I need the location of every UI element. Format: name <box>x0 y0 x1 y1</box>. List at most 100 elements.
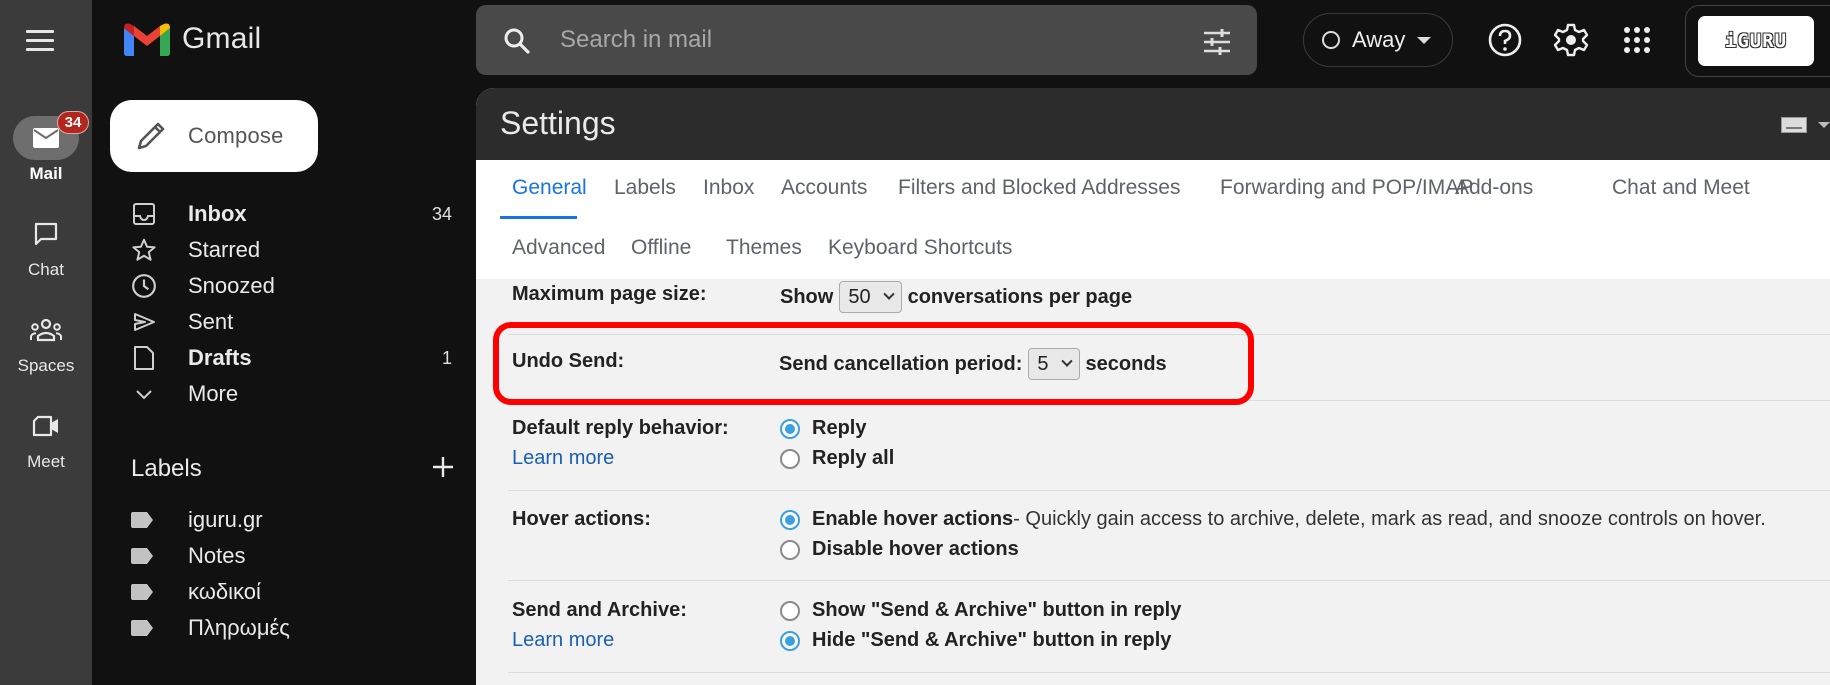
radio-unselected[interactable] <box>780 600 800 621</box>
rail-item-mail[interactable]: 34 Mail <box>0 111 92 184</box>
gear-icon[interactable] <box>1553 22 1589 58</box>
tab-addons[interactable]: Add-ons <box>1455 176 1533 200</box>
send-archive-learn-more-link[interactable]: Learn more <box>512 629 614 652</box>
search-options-icon[interactable] <box>1202 29 1232 55</box>
reply-all-option[interactable]: Reply all <box>780 447 894 470</box>
spaces-icon <box>30 318 62 342</box>
enable-hover-option[interactable]: Enable hover actions - Quickly gain acce… <box>780 508 1766 531</box>
radio-unselected[interactable] <box>780 539 800 560</box>
radio-unselected[interactable] <box>780 448 800 469</box>
reply-option[interactable]: Reply <box>780 417 866 440</box>
rail-item-spaces[interactable]: Spaces <box>0 308 92 376</box>
hover-actions-label: Hover actions: <box>512 508 651 530</box>
status-dropdown[interactable]: Away <box>1303 13 1453 67</box>
hide-send-archive-label: Hide "Send & Archive" button in reply <box>812 629 1172 651</box>
nav-item-more[interactable]: More <box>130 377 460 411</box>
tab-forwarding[interactable]: Forwarding and POP/IMAP <box>1220 176 1473 200</box>
undo-send-prefix: Send cancellation period: <box>779 352 1023 375</box>
add-label-button[interactable] <box>428 452 458 482</box>
undo-send-label: Undo Send: <box>512 350 625 372</box>
account-button[interactable]: iGURU <box>1685 5 1830 77</box>
nav-label: Drafts <box>188 345 252 370</box>
show-send-archive-option[interactable]: Show "Send & Archive" button in reply <box>780 599 1181 622</box>
tab-labels[interactable]: Labels <box>614 176 676 200</box>
main-menu-button[interactable] <box>22 26 58 56</box>
reply-learn-more-link[interactable]: Learn more <box>512 447 614 470</box>
hover-description: - Quickly gain access to archive, delete… <box>1013 508 1766 530</box>
label-item[interactable]: Notes <box>130 539 460 573</box>
tab-themes[interactable]: Themes <box>726 236 802 260</box>
row-divider <box>508 580 1830 581</box>
search-input[interactable] <box>560 19 1150 61</box>
tab-offline[interactable]: Offline <box>631 236 691 260</box>
account-logo: iGURU <box>1698 16 1814 66</box>
page-size-value: 50 <box>848 285 871 308</box>
compose-button[interactable]: Compose <box>110 100 318 172</box>
rail-item-chat[interactable]: Chat <box>0 212 92 280</box>
unread-badge: 34 <box>57 111 89 134</box>
rail-item-meet[interactable]: Meet <box>0 404 92 472</box>
page-size-select[interactable]: 50 <box>839 281 902 313</box>
keyboard-icon[interactable] <box>1781 117 1807 133</box>
label-item[interactable]: iguru.gr <box>130 503 460 537</box>
tab-general[interactable]: General <box>512 176 587 200</box>
hide-send-archive-option[interactable]: Hide "Send & Archive" button in reply <box>780 629 1171 652</box>
help-icon[interactable] <box>1487 22 1523 58</box>
label-item[interactable]: Πληρωμές <box>130 611 460 645</box>
status-label: Away <box>1352 27 1406 52</box>
active-tab-indicator <box>500 216 577 219</box>
reply-all-option-label: Reply all <box>812 447 895 469</box>
inbox-count: 34 <box>431 203 452 224</box>
label-item[interactable]: κωδικοί <box>130 575 460 609</box>
menu-icon-bar <box>26 48 54 51</box>
nav-item-inbox[interactable]: Inbox 34 <box>130 197 460 231</box>
star-icon <box>132 238 156 261</box>
label-tag-icon <box>131 512 153 528</box>
undo-send-suffix: seconds <box>1085 352 1167 375</box>
undo-send-setting: Send cancellation period: 5 seconds <box>779 348 1167 380</box>
radio-selected[interactable] <box>780 630 800 651</box>
radio-selected[interactable] <box>780 509 800 530</box>
nav-label: More <box>188 381 239 406</box>
page-size-setting: Show 50 conversations per page <box>780 281 1132 313</box>
clock-icon <box>132 274 156 298</box>
tab-chat-and-meet[interactable]: Chat and Meet <box>1612 176 1750 200</box>
inbox-icon <box>133 203 155 225</box>
nav-item-sent[interactable]: Sent <box>130 305 460 339</box>
nav-item-snoozed[interactable]: Snoozed <box>130 269 460 303</box>
tab-filters[interactable]: Filters and Blocked Addresses <box>898 176 1180 200</box>
rail-item-label: Spaces <box>17 356 75 375</box>
label-name: κωδικοί <box>188 579 261 604</box>
gmail-logo[interactable]: Gmail <box>124 22 261 56</box>
disable-hover-option[interactable]: Disable hover actions <box>780 538 1019 561</box>
tab-inbox[interactable]: Inbox <box>703 176 754 200</box>
show-send-archive-label: Show "Send & Archive" button in reply <box>812 599 1182 621</box>
undo-send-value: 5 <box>1037 352 1049 375</box>
send-icon <box>134 313 155 331</box>
send-archive-label: Send and Archive: <box>512 599 687 621</box>
nav-item-drafts[interactable]: Drafts 1 <box>130 341 460 375</box>
nav-label: Inbox <box>188 201 247 226</box>
tab-keyboard-shortcuts[interactable]: Keyboard Shortcuts <box>828 236 1012 260</box>
nav-item-starred[interactable]: Starred <box>130 233 460 267</box>
caret-down-icon[interactable] <box>1818 122 1830 128</box>
nav-label: Snoozed <box>188 273 275 298</box>
label-name: iguru.gr <box>188 507 263 532</box>
page-size-suffix: conversations per page <box>907 285 1133 308</box>
row-divider <box>508 672 1830 673</box>
reply-option-label: Reply <box>812 417 867 439</box>
radio-selected[interactable] <box>780 418 800 439</box>
menu-icon-bar <box>26 30 54 33</box>
nav-label: Sent <box>188 309 234 334</box>
enable-hover-label: Enable hover actions <box>812 508 1014 530</box>
caret-down-icon <box>1417 36 1432 44</box>
tab-accounts[interactable]: Accounts <box>781 176 867 200</box>
apps-grid-icon[interactable] <box>1619 22 1655 58</box>
tab-advanced[interactable]: Advanced <box>512 236 605 260</box>
chevron-down-icon <box>136 390 152 400</box>
settings-tabs: General Labels Inbox Accounts Filters an… <box>476 160 1830 279</box>
search-icon[interactable] <box>502 26 532 56</box>
rail-item-label: Meet <box>27 452 65 471</box>
gmail-m-icon <box>124 23 170 56</box>
undo-send-select[interactable]: 5 <box>1028 348 1080 380</box>
